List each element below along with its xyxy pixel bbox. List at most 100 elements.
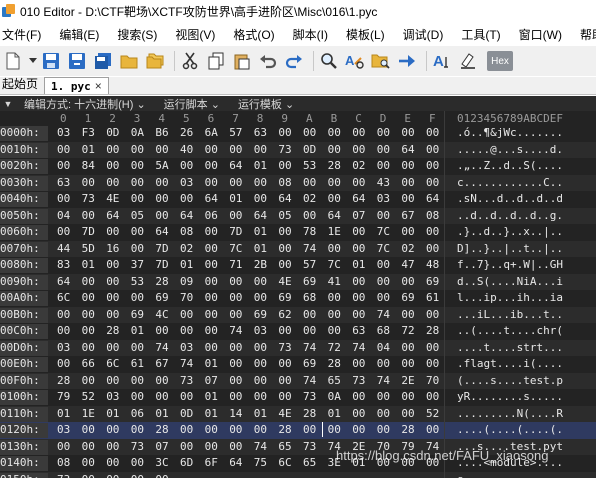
hex-byte[interactable]: 00 <box>205 324 218 337</box>
hex-byte[interactable]: 01 <box>155 407 168 420</box>
hex-byte[interactable]: 47 <box>401 258 414 271</box>
hex-byte[interactable]: 00 <box>377 423 390 436</box>
font-icon[interactable]: A <box>431 50 453 72</box>
ascii-text[interactable]: f..7}..q+.W|..GH <box>457 258 563 271</box>
hex-byte[interactable]: 3C <box>155 456 168 469</box>
hex-byte[interactable]: 74 <box>180 357 193 370</box>
hex-byte[interactable]: 00 <box>205 242 218 255</box>
hex-byte[interactable]: 1E <box>82 407 95 420</box>
cut-icon[interactable] <box>179 50 201 72</box>
hex-row[interactable]: 0110h: 01 1E 01 06 01 0D 01 14 01 4E 28 01 00 00 00 52..… <box>0 405 596 422</box>
hex-byte[interactable]: 00 <box>205 308 218 321</box>
hex-byte[interactable]: 28 <box>328 159 341 172</box>
hex-byte[interactable]: 7C <box>377 242 390 255</box>
hex-byte[interactable]: 04 <box>57 209 70 222</box>
hex-byte[interactable]: 00 <box>328 143 341 156</box>
hex-row[interactable]: 0150h: 73 00 00 00 00 s.... <box>0 471 596 478</box>
hex-byte[interactable]: 69 <box>401 291 414 304</box>
hex-byte[interactable]: 67 <box>401 209 414 222</box>
hex-byte[interactable]: 08 <box>278 176 291 189</box>
hex-byte[interactable]: 64 <box>278 192 291 205</box>
hex-byte[interactable]: 7C <box>328 258 341 271</box>
hex-byte[interactable]: 00 <box>82 209 95 222</box>
close-icon[interactable]: × <box>95 79 102 93</box>
hex-byte[interactable]: 00 <box>106 258 119 271</box>
hex-byte[interactable]: 00 <box>82 176 95 189</box>
hex-byte[interactable]: 00 <box>352 225 365 238</box>
hex-byte[interactable]: 69 <box>131 308 144 321</box>
hex-byte[interactable]: 00 <box>352 126 365 139</box>
hex-byte[interactable]: 00 <box>106 456 119 469</box>
hex-byte[interactable]: 00 <box>131 192 144 205</box>
hex-byte[interactable]: 00 <box>426 143 439 156</box>
hex-byte[interactable]: 74 <box>229 324 242 337</box>
hex-editor[interactable]: 0 1 2 3 4 5 6 7 8 9 A B C D E F 0123456789ABCDEF 0000h: 0… <box>0 111 596 478</box>
hex-row[interactable]: 00A0h: 6C 00 00 00 69 70 00 00 00 69 68 00 00 00 69 61 l.… <box>0 290 596 307</box>
hex-byte[interactable]: 01 <box>205 407 218 420</box>
hex-byte[interactable]: 00 <box>254 143 267 156</box>
hex-byte[interactable]: 00 <box>352 357 365 370</box>
hex-byte[interactable]: 73 <box>82 192 95 205</box>
hex-byte[interactable]: 00 <box>278 258 291 271</box>
hex-byte[interactable]: 0D <box>106 126 119 139</box>
hex-byte[interactable]: 00 <box>401 176 414 189</box>
hex-byte[interactable]: 57 <box>229 126 242 139</box>
hex-byte[interactable]: 7D <box>229 225 242 238</box>
hex-byte[interactable]: 00 <box>205 291 218 304</box>
hex-byte[interactable]: 00 <box>205 258 218 271</box>
hex-byte[interactable]: 08 <box>180 225 193 238</box>
find-in-files-icon[interactable] <box>370 50 392 72</box>
hex-byte[interactable]: 73 <box>278 143 291 156</box>
hex-byte[interactable]: 6C <box>57 291 70 304</box>
hex-byte[interactable]: 65 <box>303 456 316 469</box>
hex-byte[interactable]: 28 <box>401 423 414 436</box>
hex-byte[interactable]: 00 <box>106 275 119 288</box>
hex-byte[interactable]: 01 <box>106 407 119 420</box>
hex-byte[interactable]: 66 <box>82 357 95 370</box>
hex-row[interactable]: 00D0h: 03 00 00 00 74 03 00 00 00 73 74 72 74 04 00 00..… <box>0 339 596 356</box>
hex-byte[interactable]: 00 <box>180 324 193 337</box>
hex-byte[interactable]: 00 <box>352 275 365 288</box>
collapse-handle-icon[interactable]: ▼ <box>0 99 16 109</box>
hex-byte[interactable]: 64 <box>229 456 242 469</box>
hex-byte[interactable]: 00 <box>303 423 316 436</box>
menu-search[interactable]: 搜索(S) <box>115 26 159 43</box>
hex-byte[interactable]: 00 <box>254 291 267 304</box>
hex-byte[interactable]: 53 <box>303 159 316 172</box>
hex-byte[interactable]: 06 <box>205 209 218 222</box>
hex-byte[interactable]: 06 <box>131 407 144 420</box>
hex-byte[interactable]: 00 <box>352 308 365 321</box>
hex-byte[interactable]: 72 <box>401 324 414 337</box>
menu-scripts[interactable]: 脚本(I) <box>291 26 330 43</box>
hex-byte[interactable]: 00 <box>205 440 218 453</box>
hex-byte[interactable]: 00 <box>426 357 439 370</box>
hex-byte[interactable]: 00 <box>303 126 316 139</box>
menu-tools[interactable]: 工具(T) <box>459 26 502 43</box>
hex-byte[interactable]: 00 <box>377 390 390 403</box>
hex-byte[interactable]: 07 <box>205 374 218 387</box>
hex-byte[interactable]: 73 <box>180 374 193 387</box>
hex-byte[interactable]: 5D <box>82 242 95 255</box>
hex-byte[interactable]: 64 <box>57 275 70 288</box>
hex-byte[interactable]: 00 <box>131 225 144 238</box>
hex-byte[interactable]: 00 <box>57 192 70 205</box>
hex-byte[interactable]: 69 <box>254 308 267 321</box>
hex-byte[interactable]: 64 <box>106 209 119 222</box>
hex-byte[interactable]: 5A <box>155 159 168 172</box>
hex-byte[interactable]: 26 <box>180 126 193 139</box>
hex-byte[interactable]: 41 <box>328 275 341 288</box>
hex-byte[interactable]: 00 <box>377 291 390 304</box>
hex-byte[interactable]: 09 <box>180 275 193 288</box>
hex-byte[interactable]: 7D <box>155 258 168 271</box>
hex-byte[interactable]: 00 <box>401 357 414 370</box>
hex-byte[interactable]: 00 <box>229 341 242 354</box>
hex-byte[interactable]: 08 <box>426 209 439 222</box>
ascii-text[interactable]: .sN...d..d..d..d <box>457 192 563 205</box>
hex-byte[interactable]: 02 <box>303 192 316 205</box>
ascii-text[interactable]: ....(....(....(. <box>457 423 563 436</box>
hex-byte[interactable]: 00 <box>131 291 144 304</box>
paste-icon[interactable] <box>231 50 253 72</box>
hex-byte[interactable]: 01 <box>82 143 95 156</box>
hex-byte[interactable]: 00 <box>155 176 168 189</box>
hex-byte[interactable]: 00 <box>82 291 95 304</box>
